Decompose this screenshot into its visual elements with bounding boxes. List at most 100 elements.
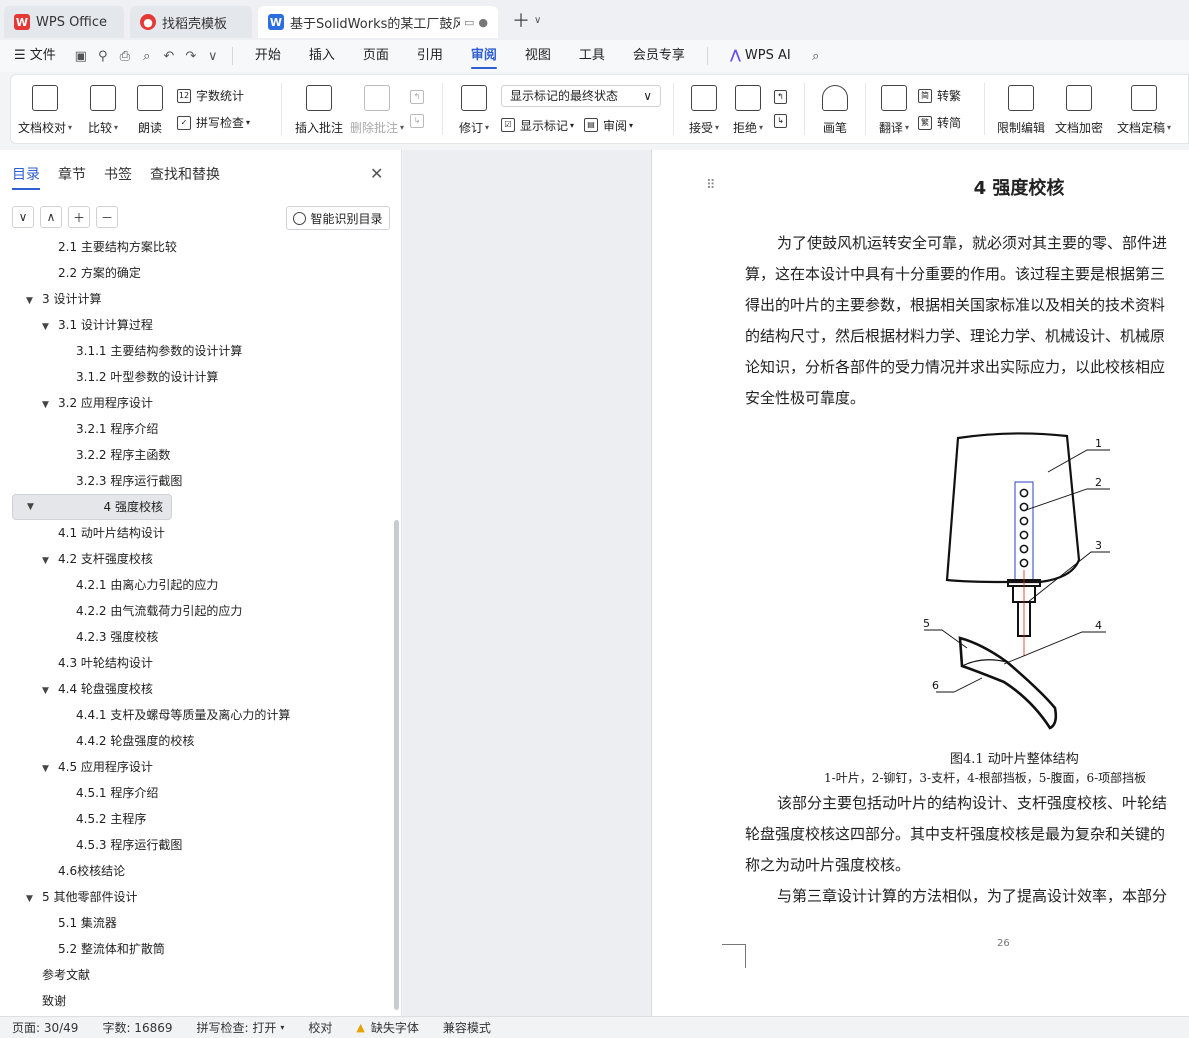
add-icon[interactable]: ＋ bbox=[68, 206, 90, 228]
toc-item[interactable]: 3.2.2 程序主函数 bbox=[0, 442, 392, 468]
toc-item[interactable]: 4.4.2 轮盘强度的校核 bbox=[0, 728, 392, 754]
tab-toc[interactable]: 目录 bbox=[12, 164, 40, 190]
toc-item[interactable]: 4.5.3 程序运行截图 bbox=[0, 832, 392, 858]
collapse-triangle-icon[interactable]: ▼ bbox=[27, 494, 39, 520]
toc-item[interactable]: 4.5.2 主程序 bbox=[0, 806, 392, 832]
toc-item[interactable]: 4.2.2 由气流载荷力引起的应力 bbox=[0, 598, 392, 624]
prev-comment-button[interactable]: ↰ bbox=[410, 90, 430, 104]
spell-check-button[interactable]: ✓ 拼写检查 ▾ bbox=[177, 114, 269, 131]
collapse-up-icon[interactable]: ∧ bbox=[40, 206, 62, 228]
undo-icon[interactable]: ↶ bbox=[158, 49, 180, 64]
share-icon[interactable]: ⚲ bbox=[92, 49, 114, 64]
toc-scrollbar[interactable] bbox=[394, 520, 399, 1010]
document-page[interactable]: ⠿ 4 强度校核 为了使鼓风机运转安全可靠，就必须对其主要的零、部件进 算，这在… bbox=[652, 150, 1189, 1016]
toc-item[interactable]: ▼ 4.4 轮盘强度校核 bbox=[0, 676, 392, 702]
tab-bookmarks[interactable]: 书签 bbox=[104, 164, 132, 190]
menu-review[interactable]: 审阅 bbox=[457, 40, 511, 72]
proof-indicator[interactable]: 校对 bbox=[296, 1019, 344, 1036]
tab-sections[interactable]: 章节 bbox=[58, 164, 86, 190]
tab-docer-templates[interactable]: ● 找稻壳模板 bbox=[130, 6, 252, 38]
to-traditional-button[interactable]: 简转繁 bbox=[918, 87, 972, 104]
track-changes-button[interactable]: 修订 ▾ bbox=[451, 75, 497, 143]
toc-item[interactable]: ▼ 4 强度校核 bbox=[12, 494, 172, 520]
tab-document[interactable]: W 基于SolidWorks的某工厂鼓风 ▭ ● bbox=[258, 6, 498, 38]
menu-page[interactable]: 页面 bbox=[349, 40, 403, 72]
to-simplified-button[interactable]: 繁转简 bbox=[918, 114, 972, 131]
reject-button[interactable]: 拒绝 ▾ bbox=[726, 75, 770, 143]
toc-item[interactable]: 4.6校核结论 bbox=[0, 858, 392, 884]
pen-button[interactable]: 画笔 bbox=[813, 75, 857, 143]
show-markup-button[interactable]: ☑ 显示标记 ▾ bbox=[501, 117, 574, 134]
word-count-button[interactable]: 12 字数统计 bbox=[177, 87, 269, 104]
collapse-triangle-icon[interactable]: ▼ bbox=[26, 288, 38, 314]
smart-toc-button[interactable]: 智能识别目录 bbox=[286, 206, 390, 230]
search-icon[interactable]: ⌕ bbox=[805, 49, 827, 64]
page-indicator[interactable]: 页面: 30/49 bbox=[0, 1019, 90, 1036]
read-aloud-button[interactable]: 朗读 bbox=[127, 75, 173, 143]
insert-comment-button[interactable]: 插入批注 bbox=[290, 75, 348, 143]
chevron-down-icon[interactable]: ∨ bbox=[534, 15, 541, 26]
print-preview-icon[interactable]: ⌕ bbox=[136, 49, 158, 64]
toc-item[interactable]: ▼ 4.5 应用程序设计 bbox=[0, 754, 392, 780]
print-icon[interactable]: ⎙ bbox=[114, 49, 136, 64]
toc-item[interactable]: 致谢 bbox=[0, 988, 392, 1014]
toc-item[interactable]: 2.2 方案的确定 bbox=[0, 260, 392, 286]
collapse-triangle-icon[interactable]: ▼ bbox=[42, 314, 54, 340]
save-icon[interactable]: ▣ bbox=[70, 49, 92, 64]
redo-icon[interactable]: ↷ bbox=[180, 49, 202, 64]
menu-tools[interactable]: 工具 bbox=[565, 40, 619, 72]
toc-item[interactable]: 5.2 整流体和扩散筒 bbox=[0, 936, 392, 962]
toc-item[interactable]: ▼ 3 设计计算 bbox=[0, 286, 392, 312]
spell-check-indicator[interactable]: 拼写检查: 打开 ▾ bbox=[185, 1019, 297, 1036]
prev-change-button[interactable]: ↰ bbox=[774, 90, 792, 104]
collapse-triangle-icon[interactable]: ▼ bbox=[26, 886, 38, 912]
toc-item[interactable]: ▼ 5 其他零部件设计 bbox=[0, 884, 392, 910]
collapse-triangle-icon[interactable]: ▼ bbox=[42, 392, 54, 418]
review-pane-button[interactable]: ▤ 审阅 ▾ bbox=[584, 117, 633, 134]
toc-item[interactable]: 4.1 动叶片结构设计 bbox=[0, 520, 392, 546]
toc-item[interactable]: 3.1.2 叶型参数的设计计算 bbox=[0, 364, 392, 390]
toc-item[interactable]: 3.2.1 程序介绍 bbox=[0, 416, 392, 442]
expand-down-icon[interactable]: ∨ bbox=[12, 206, 34, 228]
tab-wps-office[interactable]: W WPS Office bbox=[4, 6, 124, 38]
accept-button[interactable]: 接受 ▾ bbox=[682, 75, 726, 143]
collapse-triangle-icon[interactable]: ▼ bbox=[42, 756, 54, 782]
translate-button[interactable]: 翻译 ▾ bbox=[874, 75, 914, 143]
toc-item[interactable]: ▼ 3.1 设计计算过程 bbox=[0, 312, 392, 338]
toc-item[interactable]: 4.4.1 支杆及螺母等质量及离心力的计算 bbox=[0, 702, 392, 728]
tab-find-replace[interactable]: 查找和替换 bbox=[150, 164, 220, 190]
more-chevron-icon[interactable]: ∨ bbox=[202, 49, 224, 64]
toc-item[interactable]: 3.1.1 主要结构参数的设计计算 bbox=[0, 338, 392, 364]
toc-item[interactable]: 4.3 叶轮结构设计 bbox=[0, 650, 392, 676]
remove-icon[interactable]: － bbox=[96, 206, 118, 228]
finalize-button[interactable]: 文档定稿 ▾ bbox=[1109, 75, 1179, 143]
markup-state-select[interactable]: 显示标记的最终状态 ∨ bbox=[501, 84, 661, 107]
missing-font-indicator[interactable]: ▲ 缺失字体 bbox=[344, 1019, 430, 1036]
toc-item[interactable]: 5.1 集流器 bbox=[0, 910, 392, 936]
menu-member[interactable]: 会员专享 bbox=[619, 40, 699, 72]
toc-item[interactable]: ▼ 3.2 应用程序设计 bbox=[0, 390, 392, 416]
toc-item[interactable]: 3.2.3 程序运行截图 bbox=[0, 468, 392, 494]
menu-references[interactable]: 引用 bbox=[403, 40, 457, 72]
toc-item[interactable]: 4.2.3 强度校核 bbox=[0, 624, 392, 650]
file-menu[interactable]: ☰ 文件 bbox=[0, 40, 70, 72]
collapse-triangle-icon[interactable]: ▼ bbox=[42, 678, 54, 704]
word-count-indicator[interactable]: 字数: 16869 bbox=[90, 1019, 184, 1036]
next-comment-button[interactable]: ↳ bbox=[410, 114, 430, 128]
monitor-icon[interactable]: ▭ bbox=[464, 16, 474, 29]
toc-item[interactable]: 2.1 主要结构方案比较 bbox=[0, 240, 392, 260]
next-change-button[interactable]: ↳ bbox=[774, 114, 792, 128]
menu-view[interactable]: 视图 bbox=[511, 40, 565, 72]
close-icon[interactable]: ✕ bbox=[370, 164, 383, 183]
delete-comment-button[interactable]: 删除批注 ▾ bbox=[348, 75, 406, 143]
encrypt-button[interactable]: 文档加密 bbox=[1049, 75, 1109, 143]
new-tab-icon[interactable]: ＋ bbox=[512, 7, 530, 33]
toc-item[interactable]: ▼ 4.2 支杆强度校核 bbox=[0, 546, 392, 572]
toc-item[interactable]: 4.5.1 程序介绍 bbox=[0, 780, 392, 806]
menu-insert[interactable]: 插入 bbox=[295, 40, 349, 72]
menu-home[interactable]: 开始 bbox=[241, 40, 295, 72]
toc-item[interactable]: 4.2.1 由离心力引起的应力 bbox=[0, 572, 392, 598]
toc-item[interactable]: 参考文献 bbox=[0, 962, 392, 988]
collapse-triangle-icon[interactable]: ▼ bbox=[42, 548, 54, 574]
compare-button[interactable]: 比较 ▾ bbox=[79, 75, 127, 143]
